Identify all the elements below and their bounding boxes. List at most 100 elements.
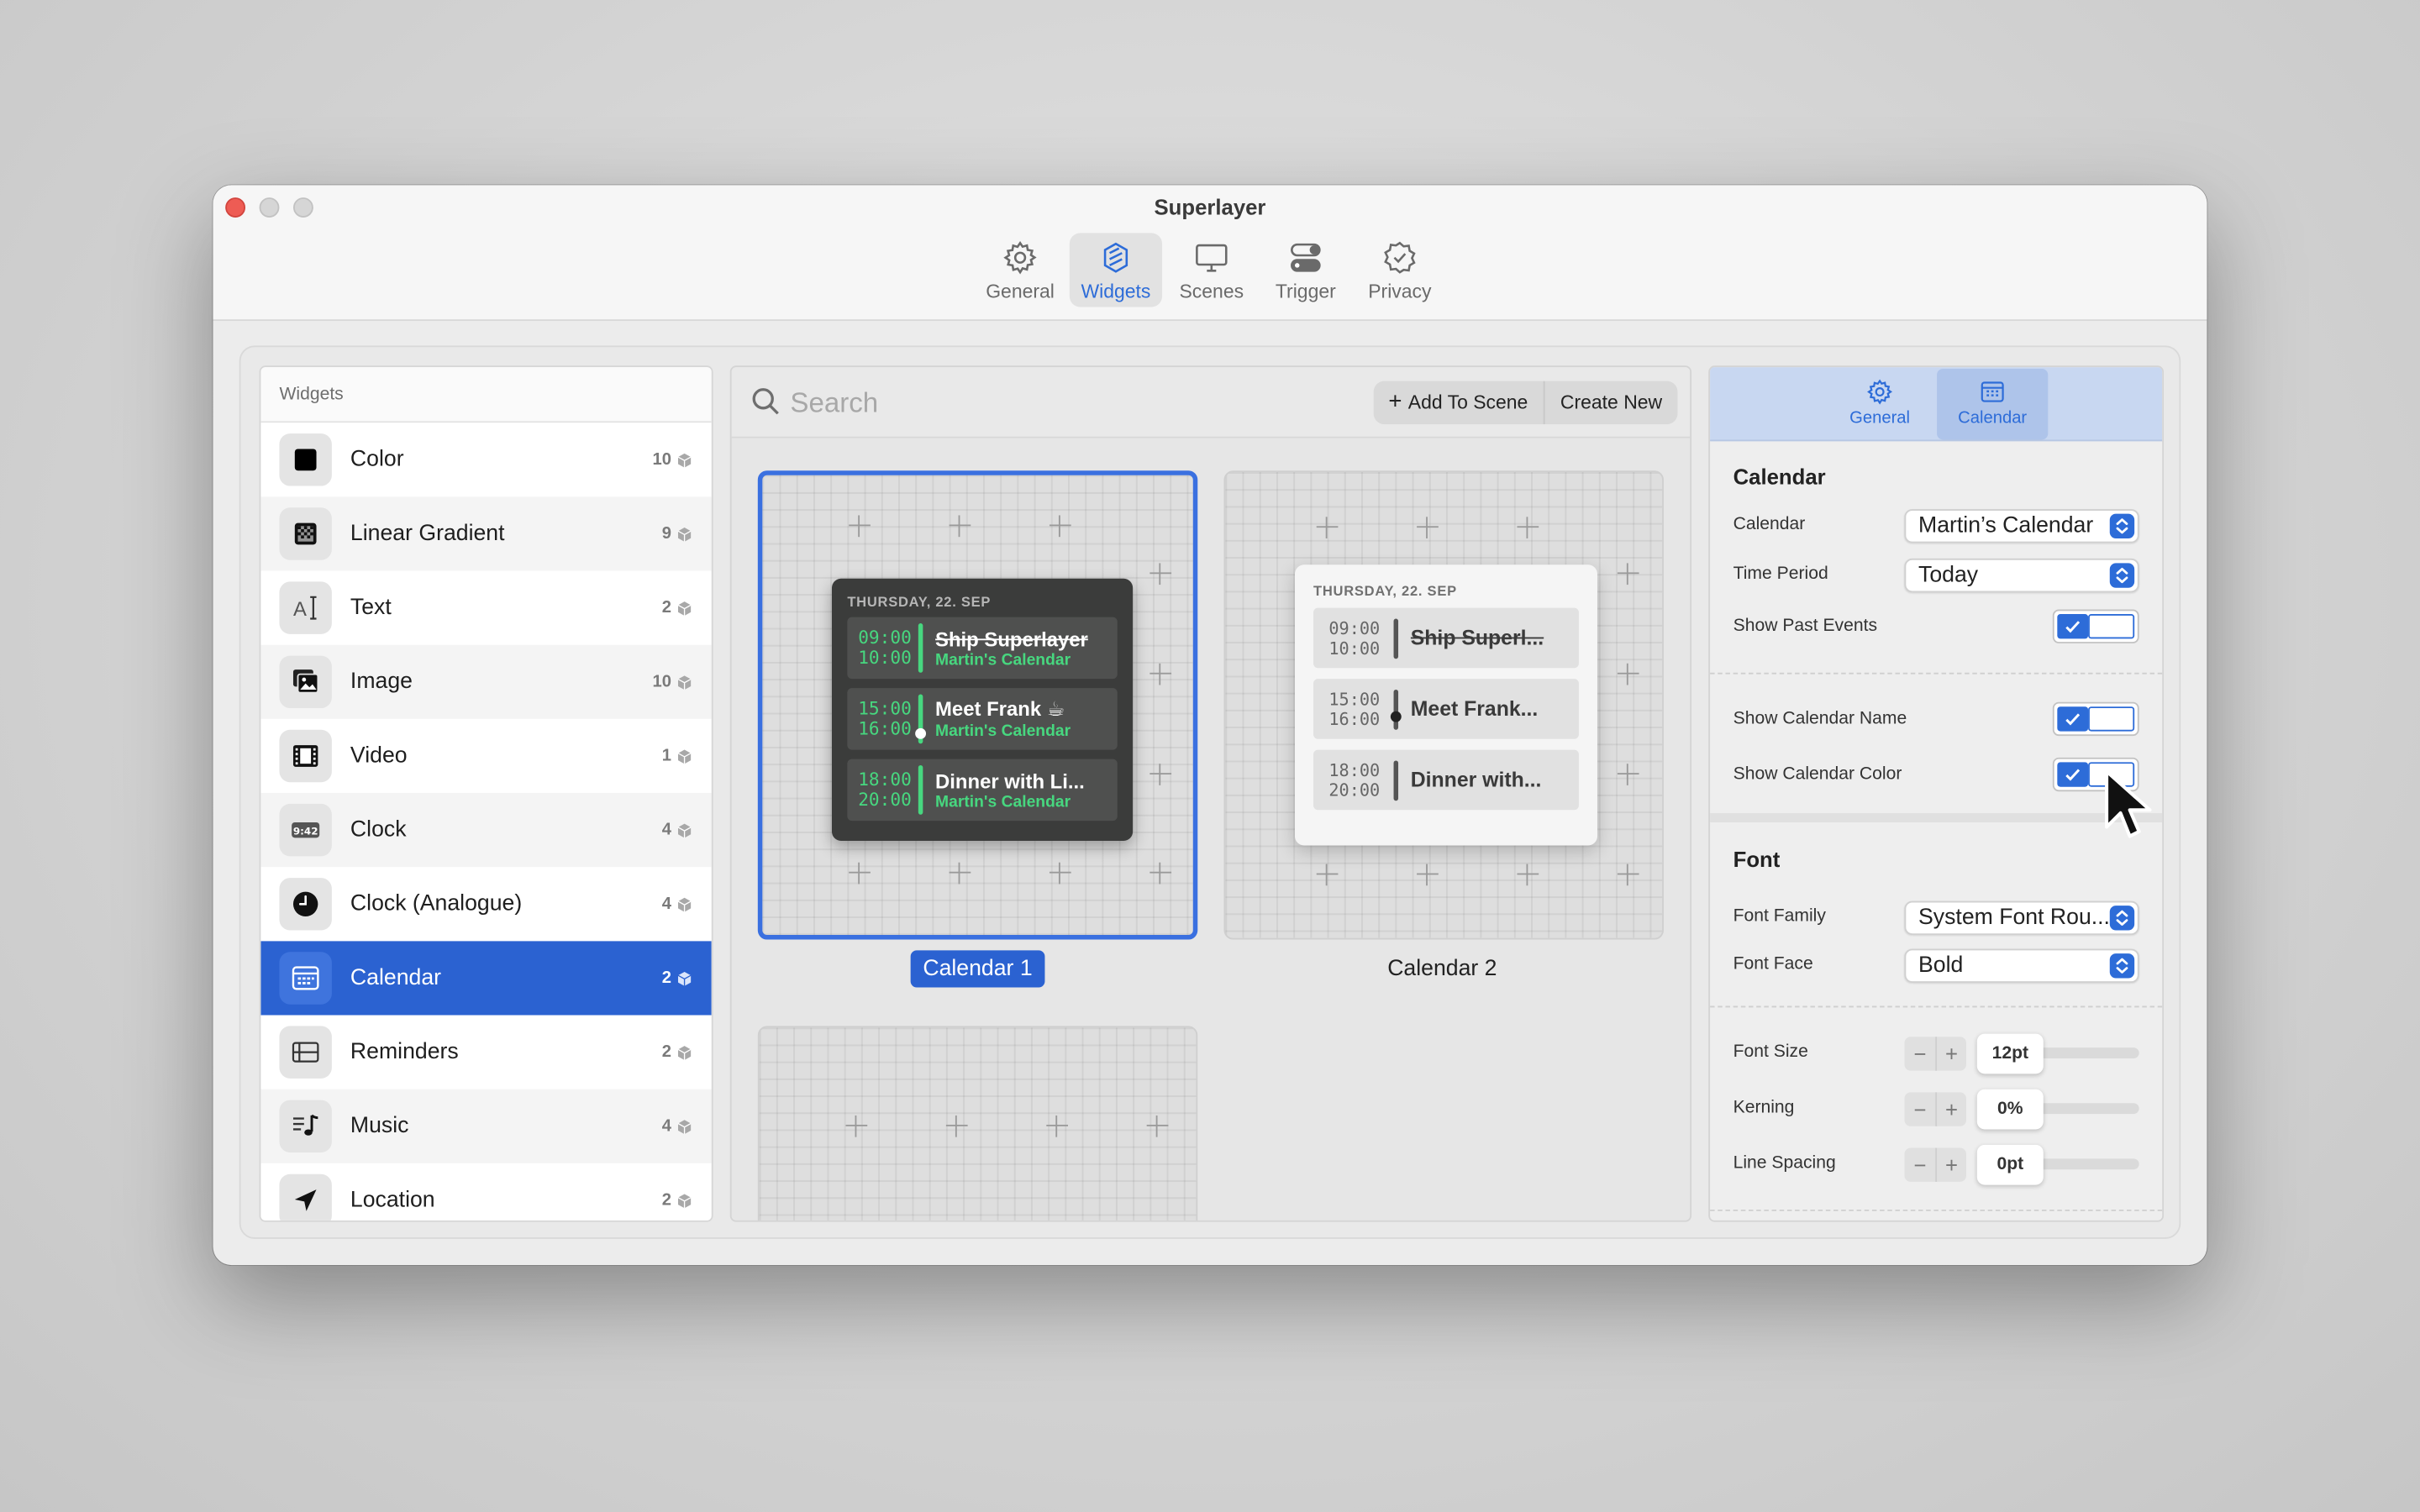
widget-count: 2 [661,1042,671,1062]
event-title: Meet Frank ☕ [935,697,1065,721]
calendar-event: 09:00 10:00 Ship Superl... [1313,607,1579,669]
kerning-value[interactable]: 0% [1976,1089,2044,1130]
card-caption[interactable]: Calendar 1 [910,950,1045,988]
minus-icon[interactable]: − [1904,1148,1935,1182]
sidebar-item-calendar[interactable]: Calendar 2 [260,941,712,1016]
widget-count: 2 [661,1190,671,1210]
sidebar-item-text[interactable]: A Text 2 [260,570,712,645]
sidebar-item-label: Clock (Analogue) [350,891,523,916]
widget-count: 2 [661,598,671,617]
tab-scenes-label: Scenes [1179,281,1244,302]
mouse-pointer-icon [2105,769,2152,838]
sidebar-item-color[interactable]: Color 10 [260,423,712,497]
create-new-label: Create New [1560,391,1663,414]
window-title: Superlayer [1154,194,1266,219]
tab-scenes[interactable]: Scenes [1165,233,1258,307]
tab-general-label: General [986,281,1055,302]
event-start: 09:00 [858,626,912,648]
event-times: 15:00 16:00 [847,697,918,739]
search-input[interactable] [790,382,1254,423]
add-to-scene-button[interactable]: + Add To Scene [1373,381,1544,424]
widget-count: 4 [661,895,671,914]
tab-general[interactable]: General [974,233,1066,307]
cube-icon [677,748,692,764]
create-new-button[interactable]: Create New [1543,381,1678,425]
sidebar-item-label: Music [350,1114,409,1139]
line-spacing-stepper[interactable]: − + [1904,1147,1966,1182]
calendar-section-title: Calendar [1733,464,1826,490]
list-icon [279,1026,332,1079]
event-title: Dinner with Li... [935,769,1085,793]
inspector-tab-calendar[interactable]: Calendar [1937,368,2049,440]
font-face-select[interactable]: Bold [1904,948,2139,983]
show-calendar-name-label: Show Calendar Name [1733,709,1907,728]
widget-card-calendar-2[interactable]: THURSDAY, 22. SEP 09:00 10:00 Ship Superl… [1223,470,1664,940]
minus-icon[interactable]: − [1904,1092,1935,1126]
toggles-icon [1291,243,1321,272]
event-times: 15:00 16:00 [1313,689,1394,729]
line-spacing-label: Line Spacing [1733,1153,1836,1173]
sidebar-item-video[interactable]: Video 1 [260,718,712,794]
event-color-bar [918,623,923,673]
minus-icon[interactable]: − [1904,1037,1935,1070]
plus-icon[interactable]: + [1935,1147,1966,1182]
cube-icon [677,601,692,616]
gradient-icon [279,507,332,560]
tab-privacy[interactable]: Privacy [1354,233,1446,307]
font-size-value[interactable]: 12pt [1976,1033,2044,1074]
kerning-stepper[interactable]: − + [1904,1092,1966,1126]
chevron-updown-icon [2109,513,2135,539]
cube-icon [677,452,692,467]
location-arrow-icon [279,1173,332,1221]
sidebar-item-linear-gradient[interactable]: Linear Gradient 9 [260,496,712,571]
cube-icon [677,822,692,837]
sidebar-item-clock[interactable]: 9:42 Clock 4 [260,793,712,868]
sidebar-item-clock-analogue[interactable]: Clock (Analogue) 4 [260,867,712,942]
calendar-event: 15:00 16:00 Meet Frank ☕ Martin's Calendar [847,688,1118,750]
monitor-icon [1196,244,1228,272]
title-bar: Superlayer General Widgets Scenes Trigge… [213,185,2207,322]
sidebar-item-image[interactable]: Image 10 [260,644,712,719]
sidebar-item-reminders[interactable]: Reminders 2 [260,1015,712,1089]
time-period-select[interactable]: Today [1904,558,2139,593]
divider [1710,1005,2163,1008]
sidebar-item-location[interactable]: Location 2 [260,1163,712,1221]
calendar-select-value: Martin’s Calendar [1918,513,2094,539]
calendar-date: THURSDAY, 22. SEP [847,594,992,610]
current-time-dot [915,727,927,739]
widget-card-empty[interactable] [757,1026,1198,1221]
gallery-search-bar: + Add To Scene Create New [731,367,1691,438]
event-start: 09:00 [1328,617,1381,638]
card-caption[interactable]: Calendar 2 [1375,950,1509,987]
calendar-icon [279,952,332,1005]
inspector-tab-general[interactable]: General [1824,369,1935,439]
calendar-select[interactable]: Martin’s Calendar [1904,509,2139,543]
event-end: 10:00 [1328,638,1381,659]
shield-check-icon [1384,241,1416,274]
cube-icon [677,527,692,541]
gear-icon [1867,379,1893,405]
line-spacing-value[interactable]: 0pt [1976,1144,2044,1185]
event-start: 15:00 [858,697,912,719]
font-family-select[interactable]: System Font Rou... [1904,900,2139,936]
sidebar-item-music[interactable]: Music 4 [260,1089,712,1163]
font-size-stepper[interactable]: − + [1904,1037,1966,1071]
show-past-events-toggle[interactable] [2052,609,2139,643]
music-note-icon [279,1100,332,1153]
chevron-updown-icon [2109,953,2135,979]
event-color-bar [1390,689,1402,729]
plus-icon: + [1388,388,1402,416]
tab-trigger[interactable]: Trigger [1260,233,1352,307]
show-calendar-name-toggle[interactable] [2052,701,2139,737]
event-title: Ship Superlayer [935,627,1088,651]
search-icon [752,388,779,415]
tab-widgets[interactable]: Widgets [1069,233,1163,307]
plus-icon[interactable]: + [1935,1037,1966,1071]
plus-icon[interactable]: + [1935,1092,1966,1126]
tab-trigger-label: Trigger [1275,281,1336,302]
widgets-content-panel: Widgets Color 10 Linear Gradient 9 A Tex… [239,345,2181,1239]
widget-card-calendar-1[interactable]: THURSDAY, 22. SEP 09:00 10:00 Ship Superl… [757,470,1198,940]
tab-widgets-label: Widgets [1081,281,1151,302]
kerning-label: Kerning [1733,1098,1795,1117]
event-color-bar [918,765,923,815]
